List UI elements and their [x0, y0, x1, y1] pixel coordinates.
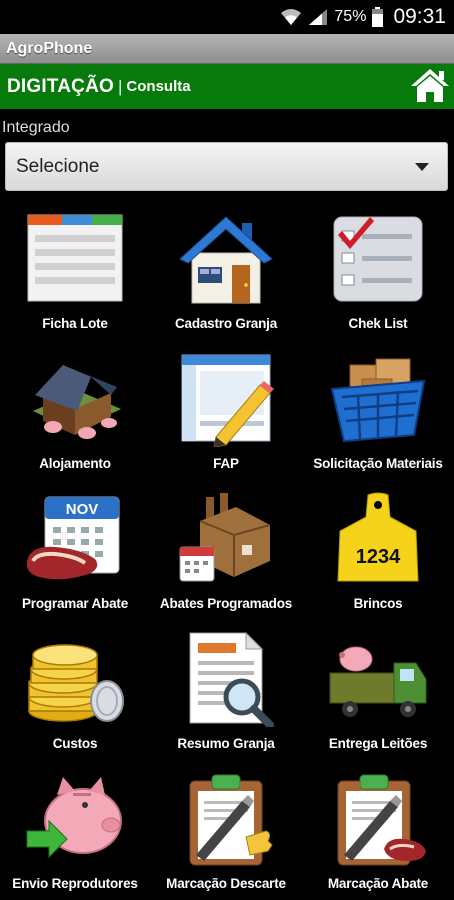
tile-envio-reprodutores[interactable]: Envio Reprodutores	[0, 765, 150, 900]
tile-label: Abates Programados	[159, 596, 293, 611]
ear-tag-icon: 1234	[328, 489, 428, 589]
tile-label: FAP	[213, 456, 239, 471]
integrado-select-value: Selecione	[16, 155, 100, 177]
pig-barn-icon	[25, 349, 125, 449]
ear-tag-number: 1234	[356, 546, 401, 568]
tile-label: Programar Abate	[21, 596, 129, 611]
battery-icon	[372, 7, 384, 27]
clipboard-thumb-icon	[176, 769, 276, 869]
page-header: DIGITAÇÃO | Consulta	[0, 64, 454, 109]
truck-pig-icon	[328, 629, 428, 729]
tile-label: Marcação Abate	[327, 876, 429, 891]
home-icon	[409, 66, 451, 109]
calendar-meat-icon: NOV	[25, 489, 125, 589]
home-button[interactable]	[408, 67, 452, 107]
tile-programar-abate[interactable]: NOV Programar Abate	[0, 485, 150, 625]
report-magnifier-icon	[176, 629, 276, 729]
header-separator: |	[118, 76, 123, 96]
tile-fap[interactable]: FAP	[150, 345, 302, 485]
calendar-month: NOV	[66, 501, 99, 518]
tile-label: Custos	[52, 736, 98, 751]
tile-chek-list[interactable]: Chek List	[302, 205, 454, 345]
app-title: AgroPhone	[6, 39, 93, 57]
page-title: DIGITAÇÃO	[7, 75, 114, 97]
clipboard-meat-icon	[328, 769, 428, 869]
factory-calendar-icon	[176, 489, 276, 589]
tile-label: Ficha Lote	[42, 316, 108, 331]
tile-label: Alojamento	[39, 456, 111, 471]
clock: 09:31	[393, 5, 446, 28]
integrado-label: Integrado	[2, 119, 70, 136]
document-pencil-icon	[176, 349, 276, 449]
wifi-icon	[280, 8, 302, 26]
tile-resumo-granja[interactable]: Resumo Granja	[150, 625, 302, 765]
tile-label: Cadastro Granja	[174, 316, 278, 331]
signal-icon	[308, 8, 328, 26]
status-bar: 75% 09:31	[0, 0, 454, 34]
tile-solicitacao-materiais[interactable]: Solicitação Materiais	[302, 345, 454, 485]
tile-label: Resumo Granja	[177, 736, 275, 751]
form-sheet-icon	[25, 209, 125, 309]
tile-label: Marcação Descarte	[166, 876, 286, 891]
tile-alojamento[interactable]: Alojamento	[0, 345, 150, 485]
battery-percent: 75%	[334, 8, 367, 25]
checklist-icon	[328, 209, 428, 309]
tile-label: Solicitação Materiais	[313, 456, 443, 471]
menu-grid: Ficha Lote Cadastro Granja Chek List Alo…	[0, 205, 454, 900]
consulta-link[interactable]: Consulta	[126, 78, 190, 95]
coins-icon	[25, 629, 125, 729]
tile-custos[interactable]: Custos	[0, 625, 150, 765]
tile-label: Chek List	[348, 316, 408, 331]
tile-cadastro-granja[interactable]: Cadastro Granja	[150, 205, 302, 345]
tile-marcacao-descarte[interactable]: Marcação Descarte	[150, 765, 302, 900]
tile-ficha-lote[interactable]: Ficha Lote	[0, 205, 150, 345]
tile-marcacao-abate[interactable]: Marcação Abate	[302, 765, 454, 900]
app-title-bar: AgroPhone	[0, 34, 454, 64]
house-icon	[176, 209, 276, 309]
tile-entrega-leitoes[interactable]: Entrega Leitões	[302, 625, 454, 765]
tile-brincos[interactable]: 1234 Brincos	[302, 485, 454, 625]
tile-label: Entrega Leitões	[328, 736, 428, 751]
tile-label: Envio Reprodutores	[12, 876, 138, 891]
tile-label: Brincos	[353, 596, 403, 611]
basket-boxes-icon	[328, 349, 428, 449]
piggy-arrow-icon	[25, 769, 125, 869]
tile-abates-programados[interactable]: Abates Programados	[150, 485, 302, 625]
integrado-select[interactable]: Selecione	[5, 142, 448, 191]
dropdown-caret-icon	[415, 163, 429, 171]
